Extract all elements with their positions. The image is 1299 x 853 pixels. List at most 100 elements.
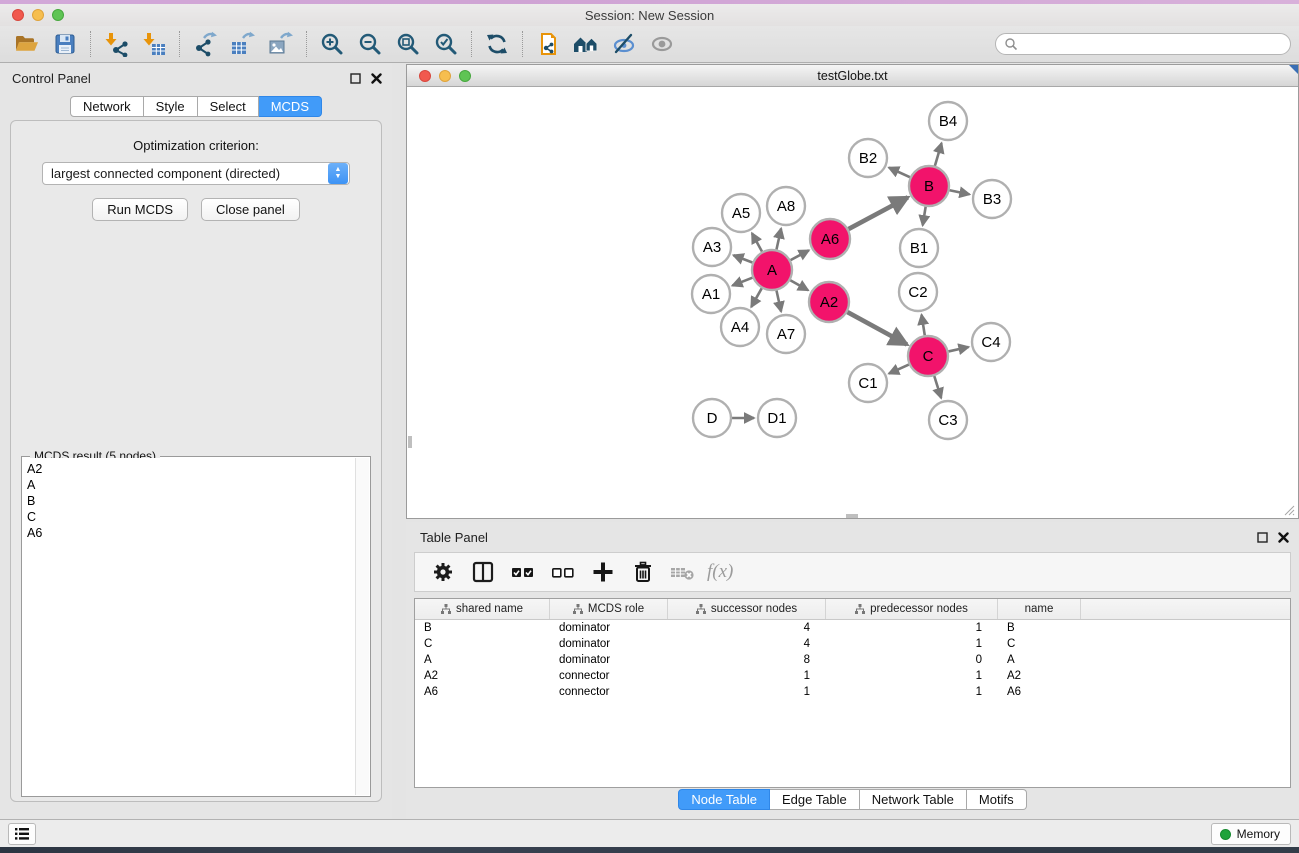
graph-edge-A6-B[interactable] (849, 197, 908, 229)
network-zoom-button[interactable] (459, 70, 471, 82)
table-cell[interactable]: B (998, 622, 1081, 634)
network-window-titlebar[interactable]: testGlobe.txt (407, 65, 1298, 87)
table-cell[interactable]: B (415, 622, 550, 634)
show-columns-icon[interactable] (465, 556, 501, 588)
graph-node-C2[interactable]: C2 (899, 273, 937, 311)
criterion-select[interactable]: largest connected component (directed) ▲… (42, 162, 350, 185)
create-column-icon[interactable] (585, 556, 621, 588)
select-all-icon[interactable] (505, 556, 541, 588)
import-table-icon[interactable] (135, 29, 173, 59)
graph-node-A4[interactable]: A4 (721, 308, 759, 346)
graph-node-A7[interactable]: A7 (767, 315, 805, 353)
tab-select[interactable]: Select (198, 96, 259, 117)
tab-network-table[interactable]: Network Table (860, 789, 967, 810)
graph-node-C[interactable]: C (908, 336, 948, 376)
table-settings-gear-icon[interactable] (425, 556, 461, 588)
table-cell[interactable]: connector (550, 670, 668, 682)
table-cell[interactable]: A (998, 654, 1081, 666)
tab-motifs[interactable]: Motifs (967, 789, 1027, 810)
graph-edge-C-C1[interactable] (889, 365, 909, 374)
delete-table-icon-disabled[interactable] (665, 556, 701, 588)
graph-edge-A-A5[interactable] (752, 233, 762, 251)
graph-node-A[interactable]: A (752, 250, 792, 290)
memory-button[interactable]: Memory (1211, 823, 1291, 845)
network-close-button[interactable] (419, 70, 431, 82)
graph-node-A3[interactable]: A3 (693, 228, 731, 266)
network-graph[interactable]: AA1A2A3A4A5A6A7A8BB1B2B3B4CC1C2C3C4DD1 (408, 88, 1297, 518)
graph-edge-C-C3[interactable] (934, 376, 941, 398)
graph-node-A1[interactable]: A1 (692, 275, 730, 313)
refresh-layout-icon[interactable] (478, 29, 516, 59)
table-cell[interactable]: 1 (668, 686, 826, 698)
table-cell[interactable]: 4 (668, 622, 826, 634)
delete-column-trash-icon[interactable] (625, 556, 661, 588)
table-cell[interactable]: C (415, 638, 550, 650)
table-cell[interactable]: dominator (550, 638, 668, 650)
close-panel-button[interactable]: Close panel (201, 198, 300, 221)
float-panel-icon[interactable] (350, 73, 361, 84)
run-mcds-button[interactable]: Run MCDS (92, 198, 188, 221)
close-window-button[interactable] (12, 9, 24, 21)
export-table-icon[interactable] (224, 29, 262, 59)
tab-style[interactable]: Style (144, 96, 198, 117)
graph-edge-A-A1[interactable] (732, 278, 752, 286)
graph-node-A6[interactable]: A6 (810, 219, 850, 259)
table-cell[interactable]: 1 (826, 638, 998, 650)
deselect-all-icon[interactable] (545, 556, 581, 588)
mcds-result-item[interactable]: A2 (27, 461, 355, 477)
mcds-result-list[interactable]: A2ABCA6 (23, 458, 355, 795)
zoom-fit-icon[interactable] (389, 29, 427, 59)
import-network-icon[interactable] (97, 29, 135, 59)
graph-node-B1[interactable]: B1 (900, 229, 938, 267)
task-history-button[interactable] (8, 823, 36, 845)
table-cell[interactable]: connector (550, 686, 668, 698)
zoom-out-icon[interactable] (351, 29, 389, 59)
search-input-field[interactable] (1022, 37, 1282, 51)
table-cell[interactable]: 1 (826, 670, 998, 682)
graph-node-C4[interactable]: C4 (972, 323, 1010, 361)
table-row[interactable]: Adominator80A (415, 652, 1290, 668)
table-row[interactable]: Bdominator41B (415, 620, 1290, 636)
graph-node-D[interactable]: D (693, 399, 731, 437)
graph-edge-B-B3[interactable] (950, 190, 970, 194)
graph-node-D1[interactable]: D1 (758, 399, 796, 437)
close-panel-icon[interactable] (371, 73, 382, 84)
graph-node-A8[interactable]: A8 (767, 187, 805, 225)
graph-node-B3[interactable]: B3 (973, 180, 1011, 218)
column-header-successor-nodes[interactable]: successor nodes (668, 599, 826, 619)
clone-network-icon[interactable] (529, 29, 567, 59)
graph-node-A2[interactable]: A2 (809, 282, 849, 322)
table-cell[interactable]: A2 (415, 670, 550, 682)
show-all-icon[interactable] (643, 29, 681, 59)
graph-node-C3[interactable]: C3 (929, 401, 967, 439)
graph-edge-A-A2[interactable] (790, 280, 808, 290)
graph-edge-A-A8[interactable] (776, 228, 781, 249)
resize-grip-icon[interactable] (1283, 504, 1295, 516)
table-cell[interactable]: 1 (668, 670, 826, 682)
network-canvas[interactable]: AA1A2A3A4A5A6A7A8BB1B2B3B4CC1C2C3C4DD1 (408, 88, 1297, 518)
tab-mcds[interactable]: MCDS (259, 96, 322, 117)
table-cell[interactable]: dominator (550, 654, 668, 666)
graph-edge-C-C4[interactable] (948, 347, 968, 351)
save-session-icon[interactable] (46, 29, 84, 59)
graph-edge-B-B2[interactable] (889, 168, 910, 178)
graph-edge-A2-C[interactable] (847, 312, 906, 344)
table-cell[interactable]: 0 (826, 654, 998, 666)
search-input[interactable] (995, 33, 1291, 55)
result-scrollbar[interactable] (355, 458, 369, 795)
graph-edge-A-A6[interactable] (791, 250, 809, 260)
table-cell[interactable]: A6 (415, 686, 550, 698)
graph-edge-B-B4[interactable] (935, 143, 942, 166)
graph-edge-B-B1[interactable] (923, 207, 926, 226)
table-row[interactable]: A2connector11A2 (415, 668, 1290, 684)
mcds-result-item[interactable]: B (27, 493, 355, 509)
table-cell[interactable]: 1 (826, 622, 998, 634)
table-row[interactable]: Cdominator41C (415, 636, 1290, 652)
network-minimize-button[interactable] (439, 70, 451, 82)
table-row[interactable]: A6connector11A6 (415, 684, 1290, 700)
graph-edge-C-C2[interactable] (922, 315, 925, 336)
table-cell[interactable]: A2 (998, 670, 1081, 682)
zoom-in-icon[interactable] (313, 29, 351, 59)
tab-edge-table[interactable]: Edge Table (770, 789, 860, 810)
zoom-window-button[interactable] (52, 9, 64, 21)
